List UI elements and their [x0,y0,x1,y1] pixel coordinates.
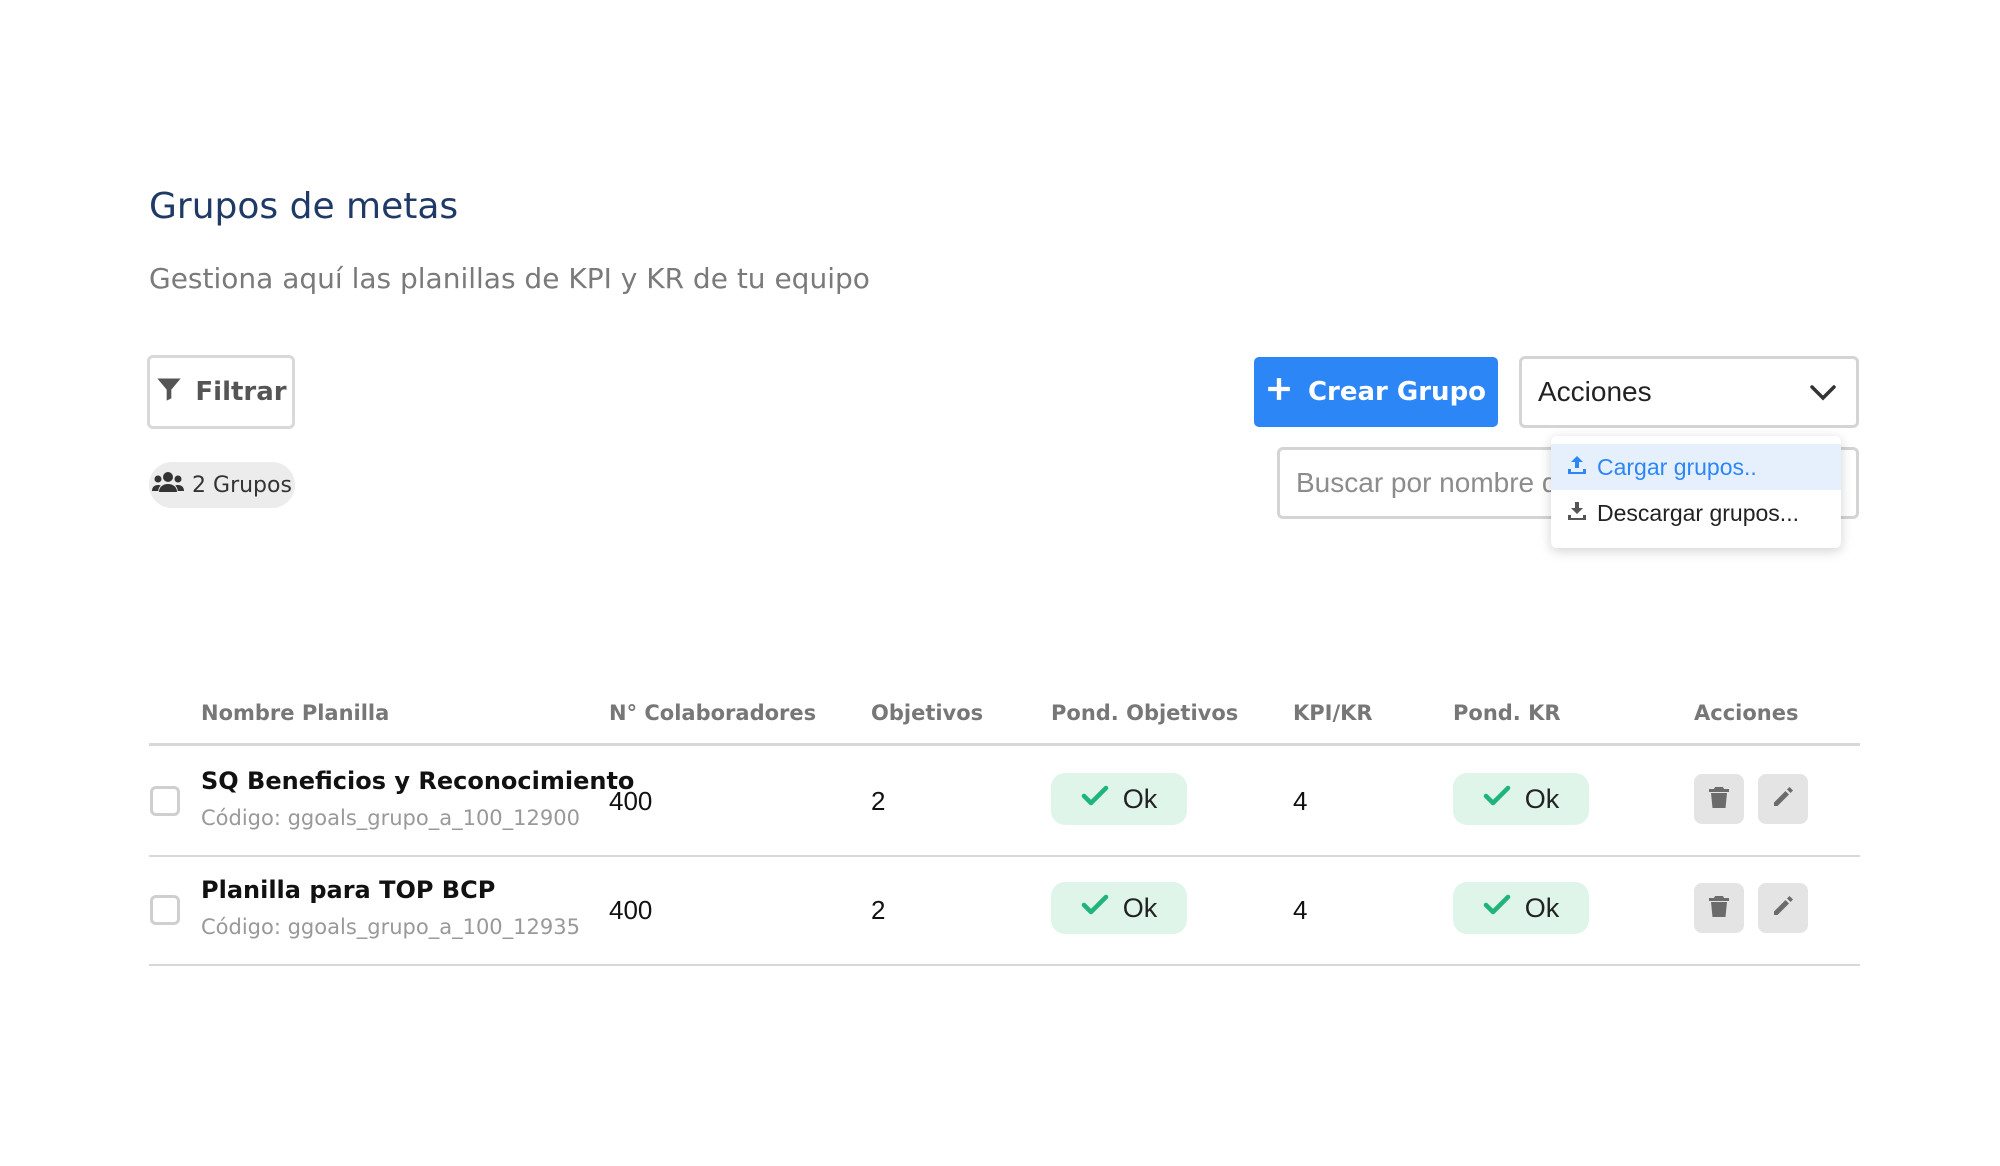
page-subtitle: Gestiona aquí las planillas de KPI y KR … [149,262,870,295]
delete-button[interactable] [1694,774,1744,824]
check-icon [1081,784,1109,815]
row-divider [149,855,1860,857]
column-header-colaboradores[interactable]: N° Colaboradores [609,701,816,725]
status-label: Ok [1524,892,1560,923]
row-colaboradores: 400 [609,895,653,925]
menu-item-download-groups[interactable]: Descargar grupos... [1551,490,1841,536]
menu-item-label: Cargar grupos.. [1597,453,1757,480]
column-header-nombre-planilla[interactable]: Nombre Planilla [201,701,389,725]
actions-dropdown-label: Acciones [1538,376,1652,407]
row-code: Código: ggoals_grupo_a_100_12935 [201,915,580,939]
download-icon [1567,500,1587,527]
page-title: Grupos de metas [149,186,459,227]
row-colaboradores: 400 [609,786,653,816]
actions-dropdown[interactable]: Acciones [1519,356,1859,428]
column-header-pond-objetivos[interactable]: Pond. Objetivos [1051,701,1238,725]
row-objetivos: 2 [871,895,886,925]
trash-icon [1707,894,1731,922]
row-objetivos: 2 [871,786,886,816]
status-badge: Ok [1051,882,1187,934]
row-divider [149,964,1860,966]
create-group-button[interactable]: Crear Grupo [1254,357,1498,427]
status-label: Ok [1122,892,1158,923]
chevron-down-icon [1810,376,1836,408]
pencil-icon [1771,894,1795,922]
row-name[interactable]: Planilla para TOP BCP [201,876,495,904]
users-icon [152,471,185,499]
table-header-divider [149,743,1860,746]
menu-item-label: Descargar grupos... [1597,499,1799,526]
row-kpi-kr: 4 [1293,895,1308,925]
status-label: Ok [1524,783,1560,814]
row-kpi-kr: 4 [1293,786,1308,816]
column-header-objetivos[interactable]: Objetivos [871,701,983,725]
create-group-label: Crear Grupo [1307,377,1487,407]
status-label: Ok [1122,783,1158,814]
row-checkbox[interactable] [150,786,180,816]
edit-button[interactable] [1758,883,1808,933]
column-header-kpi-kr[interactable]: KPI/KR [1293,701,1373,725]
status-badge: Ok [1453,773,1589,825]
menu-item-upload-groups[interactable]: Cargar grupos.. [1551,444,1841,490]
pencil-icon [1771,785,1795,813]
column-header-acciones: Acciones [1694,701,1799,725]
check-icon [1483,784,1511,815]
status-badge: Ok [1051,773,1187,825]
edit-button[interactable] [1758,774,1808,824]
filter-button[interactable]: Filtrar [147,355,295,429]
check-icon [1081,893,1109,924]
group-count-label: 2 Grupos [192,472,292,498]
status-badge: Ok [1453,882,1589,934]
filter-button-label: Filtrar [195,377,287,407]
delete-button[interactable] [1694,883,1744,933]
filter-icon [155,375,183,410]
trash-icon [1707,785,1731,813]
actions-menu: Cargar grupos.. Descargar grupos... [1551,436,1841,548]
row-checkbox[interactable] [150,895,180,925]
group-count-badge: 2 Grupos [149,462,295,508]
row-code: Código: ggoals_grupo_a_100_12900 [201,806,580,830]
row-name[interactable]: SQ Beneficios y Reconocimiento [201,767,634,795]
upload-icon [1567,454,1587,481]
check-icon [1483,893,1511,924]
plus-icon [1266,376,1292,409]
column-header-pond-kr[interactable]: Pond. KR [1453,701,1561,725]
